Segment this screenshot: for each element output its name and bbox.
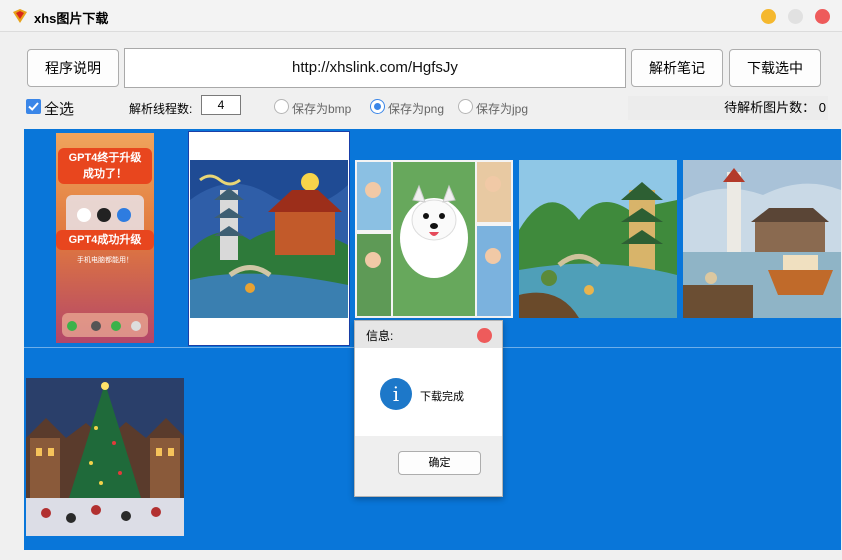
format-radio-jpg[interactable] bbox=[458, 99, 473, 114]
dialog-body: i 下载完成 bbox=[355, 348, 502, 436]
url-input[interactable]: http://xhslink.com/HgfsJy bbox=[124, 48, 626, 88]
poster-headline: GPT4终于升级 成功了！ bbox=[58, 148, 152, 184]
title-bar: xhs图片下载 bbox=[0, 0, 842, 32]
checkmark-icon bbox=[28, 102, 39, 111]
dialog-title: 信息: bbox=[366, 329, 394, 343]
thumbnail-pomeranian-comic[interactable] bbox=[355, 160, 513, 318]
thumbnail-pagoda-landscape[interactable] bbox=[519, 160, 677, 318]
thumbnail-gpt4-poster[interactable]: GPT4终于升级 成功了！ GPT4成功升级 手机电脑都能用！ bbox=[56, 133, 154, 343]
pagoda-landscape-image bbox=[519, 160, 677, 318]
poster-line-1: GPT4终于升级 bbox=[68, 152, 142, 164]
poster-subhead: GPT4成功升级 bbox=[56, 230, 154, 250]
dialog-ok-button[interactable]: 确定 bbox=[398, 451, 481, 475]
lighthouse-harbor-image bbox=[683, 160, 841, 318]
poster-caption: 手机电脑都能用！ bbox=[77, 257, 133, 264]
thumbnail-starry-pagoda[interactable] bbox=[188, 131, 350, 346]
info-dialog: 信息: i 下载完成 确定 bbox=[354, 320, 503, 497]
thumbnail-christmas-village[interactable] bbox=[26, 378, 184, 536]
maximize-button[interactable] bbox=[788, 9, 803, 24]
format-radio-bmp[interactable] bbox=[274, 99, 289, 114]
close-button[interactable] bbox=[815, 9, 830, 24]
select-all-label[interactable]: 全选 bbox=[44, 98, 74, 119]
info-icon: i bbox=[380, 378, 412, 410]
minimize-button[interactable] bbox=[761, 9, 776, 24]
format-label-png[interactable]: 保存为png bbox=[388, 100, 444, 117]
starry-pagoda-image bbox=[190, 160, 348, 318]
dialog-close-button[interactable] bbox=[477, 328, 492, 343]
dialog-message: 下载完成 bbox=[420, 391, 464, 403]
threads-input[interactable]: 4 bbox=[201, 95, 241, 115]
download-selected-button[interactable]: 下载选中 bbox=[729, 49, 821, 87]
pomeranian-comic-image bbox=[355, 160, 513, 318]
parse-note-button[interactable]: 解析笔记 bbox=[631, 49, 723, 87]
format-label-jpg[interactable]: 保存为jpg bbox=[476, 100, 528, 117]
format-label-bmp[interactable]: 保存为bmp bbox=[292, 100, 351, 117]
select-all-checkbox[interactable] bbox=[26, 99, 41, 114]
help-button[interactable]: 程序说明 bbox=[27, 49, 119, 87]
thumbnail-lighthouse-harbor[interactable] bbox=[683, 160, 841, 318]
format-radio-png[interactable] bbox=[370, 99, 385, 114]
pending-count: 待解析图片数： 0 bbox=[628, 96, 828, 120]
threads-label: 解析线程数: bbox=[129, 102, 193, 116]
christmas-village-image bbox=[26, 378, 184, 536]
window-title: xhs图片下载 bbox=[34, 11, 109, 26]
poster-line-2: 成功了！ bbox=[83, 168, 127, 180]
dialog-title-bar: 信息: bbox=[355, 321, 502, 348]
app-logo-icon bbox=[13, 9, 27, 23]
